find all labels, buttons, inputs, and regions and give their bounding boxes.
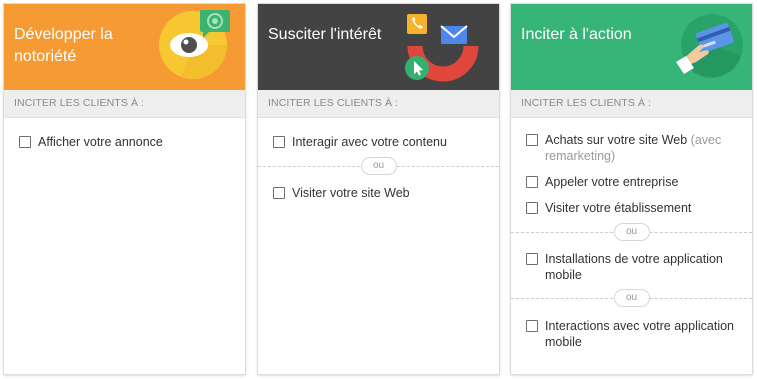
checkbox[interactable]	[19, 136, 31, 148]
card-header: Susciter l'intérêt	[258, 4, 499, 90]
card-payment-icon	[676, 14, 743, 78]
card-header: Inciter à l'action	[511, 4, 752, 90]
subheader: INCITER LES CLIENTS À :	[258, 90, 499, 118]
checkbox[interactable]	[273, 136, 285, 148]
checkbox[interactable]	[526, 253, 538, 265]
card-awareness: Développer la notoriété INCITER LES CLIE…	[4, 4, 245, 374]
checkbox[interactable]	[526, 134, 538, 146]
subheader: INCITER LES CLIENTS À :	[4, 90, 245, 118]
or-divider: ou	[258, 156, 499, 176]
or-divider: ou	[511, 288, 752, 308]
goal-cards: Développer la notoriété INCITER LES CLIE…	[0, 0, 757, 380]
checkbox[interactable]	[273, 187, 285, 199]
option-view-ad[interactable]: Afficher votre annonce	[4, 134, 245, 150]
engagement-icon	[405, 14, 479, 82]
option-call-business[interactable]: Appeler votre entreprise	[511, 174, 752, 190]
card-title: Inciter à l'action	[521, 26, 632, 43]
or-label: ou	[613, 289, 650, 307]
checkbox[interactable]	[526, 176, 538, 188]
card-consideration: Susciter l'intérêt INCITER LES CLIENTS À…	[258, 4, 499, 374]
option-label: Appeler votre entreprise	[545, 175, 679, 189]
checkbox[interactable]	[526, 320, 538, 332]
option-label: Interagir avec votre contenu	[292, 135, 447, 149]
option-website-purchases[interactable]: Achats sur votre site Web (avec remarket…	[511, 132, 752, 164]
option-label: Installations de votre application mobil…	[545, 252, 723, 282]
card-header: Développer la notoriété	[4, 4, 245, 90]
option-label: Interactions avec votre application mobi…	[545, 319, 734, 349]
card-title: Susciter l'intérêt	[268, 26, 382, 43]
card-title: Développer la notoriété	[14, 26, 113, 65]
eye-icon	[159, 10, 230, 80]
option-label: Afficher votre annonce	[38, 135, 163, 149]
subheader: INCITER LES CLIENTS À :	[511, 90, 752, 118]
option-visit-website[interactable]: Visiter votre site Web	[258, 185, 499, 201]
or-label: ou	[613, 223, 650, 241]
option-visit-store[interactable]: Visiter votre établissement	[511, 200, 752, 216]
option-app-installs[interactable]: Installations de votre application mobil…	[511, 251, 752, 283]
checkbox[interactable]	[526, 202, 538, 214]
option-engage-content[interactable]: Interagir avec votre contenu	[258, 134, 499, 150]
option-label: Visiter votre site Web	[292, 186, 410, 200]
option-label: Achats sur votre site Web	[545, 133, 688, 147]
or-divider: ou	[511, 222, 752, 242]
option-label: Visiter votre établissement	[545, 201, 692, 215]
option-app-engagement[interactable]: Interactions avec votre application mobi…	[511, 318, 752, 350]
or-label: ou	[360, 157, 397, 175]
card-action: Inciter à l'action INCITER LES CLIENTS À…	[511, 4, 752, 374]
